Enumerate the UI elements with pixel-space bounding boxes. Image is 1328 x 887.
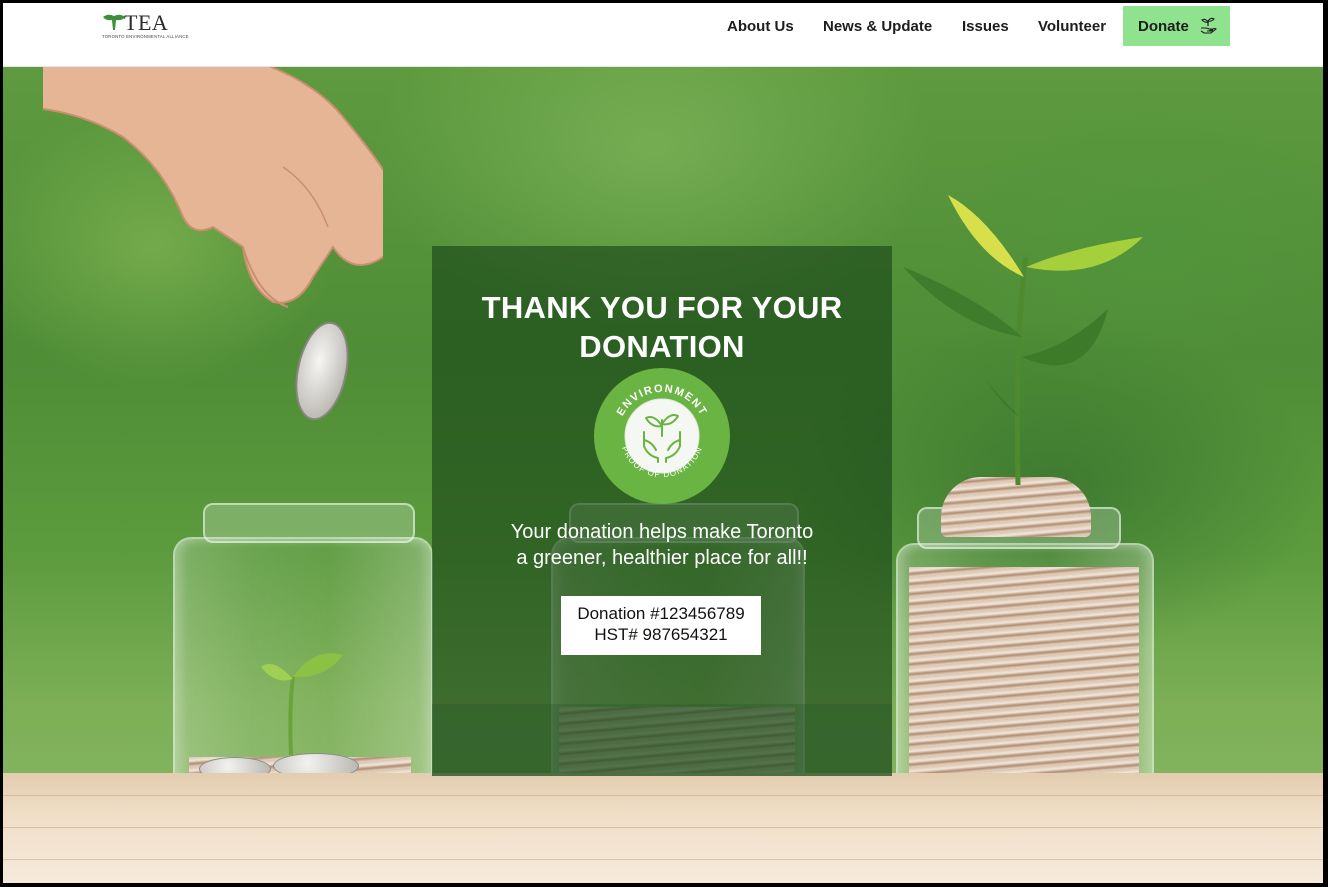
site-logo[interactable]: TEA TORONTO ENVIRONMENTAL ALLIANCE bbox=[102, 10, 189, 43]
tree-logo-icon bbox=[103, 14, 125, 30]
thank-you-heading-line1: THANK YOU FOR YOUR bbox=[481, 290, 843, 325]
browser-frame: TEA TORONTO ENVIRONMENTAL ALLIANCE About… bbox=[0, 0, 1328, 887]
donation-message: Your donation helps make Toronto a green… bbox=[432, 519, 892, 571]
donation-message-line1: Your donation helps make Toronto bbox=[510, 521, 814, 543]
page: TEA TORONTO ENVIRONMENTAL ALLIANCE About… bbox=[3, 3, 1323, 883]
donation-number: Donation #123456789 bbox=[577, 604, 745, 623]
nav-issues[interactable]: Issues bbox=[962, 18, 1009, 35]
site-header: TEA TORONTO ENVIRONMENTAL ALLIANCE About… bbox=[3, 3, 1323, 67]
thank-you-heading: THANK YOU FOR YOUR DONATION bbox=[432, 288, 892, 366]
nav-about-us[interactable]: About Us bbox=[727, 18, 794, 35]
sprout-image bbox=[261, 653, 343, 756]
donate-button-label: Donate bbox=[1138, 18, 1189, 35]
logo-subtitle: TORONTO ENVIRONMENTAL ALLIANCE bbox=[102, 34, 189, 39]
wooden-table bbox=[3, 773, 1323, 883]
hst-number: HST# 987654321 bbox=[594, 625, 728, 644]
plant-image bbox=[903, 195, 1143, 486]
donation-receipt: Donation #123456789 HST# 987654321 bbox=[561, 596, 761, 655]
thank-you-card: THANK YOU FOR YOUR DONATION ENVIRONMENT … bbox=[432, 246, 892, 776]
proof-of-donation-badge: ENVIRONMENT PROOF OF DONATION bbox=[594, 368, 730, 504]
donate-button[interactable]: Donate bbox=[1123, 6, 1230, 46]
thank-you-heading-line2: DONATION bbox=[579, 329, 745, 364]
nav-volunteer[interactable]: Volunteer bbox=[1038, 18, 1106, 35]
donation-message-line2: a greener, healthier place for all!! bbox=[516, 547, 808, 569]
card-fade bbox=[432, 704, 892, 776]
hand-plant-icon bbox=[1200, 17, 1217, 34]
logo-wordmark: TEA bbox=[124, 10, 169, 35]
hand-image bbox=[43, 67, 383, 308]
nav-news-update[interactable]: News & Update bbox=[823, 18, 932, 35]
